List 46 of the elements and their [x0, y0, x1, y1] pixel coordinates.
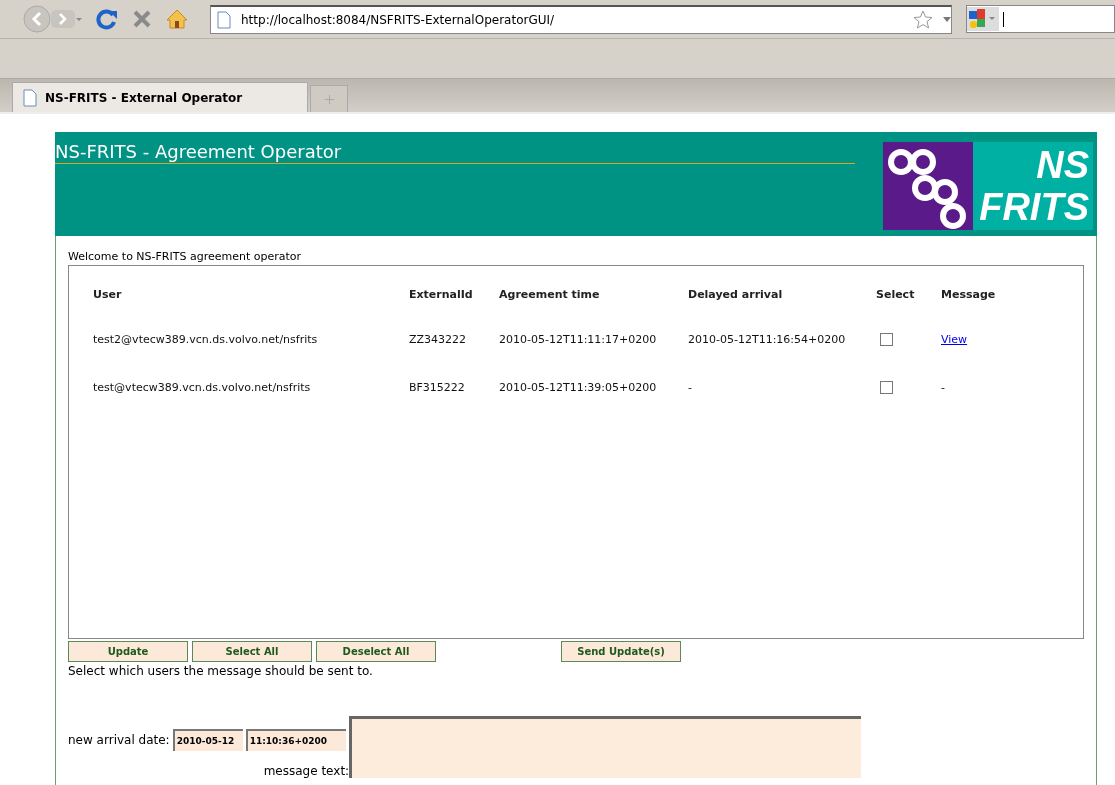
field-label: message text: [263, 764, 350, 778]
column-header: Agreement time [499, 288, 601, 301]
checkbox[interactable] [880, 333, 893, 346]
back-forward-buttons[interactable] [20, 5, 82, 33]
browser-tab[interactable]: NS-FRITS - External Operator [12, 82, 308, 112]
page-title: NS-FRITS - Agreement Operator [55, 132, 855, 164]
table-cell-text: 2010-05-12T11:39:05+0200 [499, 381, 658, 396]
welcome-text: Welcome to NS-FRITS agreement operator [68, 250, 303, 263]
column-header: Delayed arrival [688, 288, 784, 301]
action-button[interactable]: Select All [192, 641, 312, 662]
hint-text: Select which users the message should be sent to. [68, 664, 374, 678]
message-field[interactable] [349, 716, 862, 778]
address-bar[interactable]: http://localhost:8084/NSFRITS-ExternalOperatorGUI/ [210, 4, 952, 34]
table-cell-text: 2010-05-12T11:11:17+0200 [499, 333, 658, 348]
table-cell-text: - [688, 381, 693, 396]
action-button[interactable]: Deselect All [316, 641, 436, 662]
table-cell: - [941, 381, 945, 394]
action-button[interactable]: Update [68, 641, 188, 662]
tab-title: NS-FRITS - External Operator [45, 90, 243, 105]
table-cell-text: BF315222 [409, 381, 466, 396]
field-label: new arrival date: [68, 733, 170, 747]
star-icon[interactable] [913, 9, 933, 30]
table-cell-text: test@vtecw389.vcn.ds.volvo.net/nsfrits [93, 381, 312, 396]
column-header: Select [876, 288, 916, 301]
table-cell-text: 2010-05-12T11:16:54+0200 [688, 333, 847, 348]
page-icon [23, 88, 37, 107]
page-icon [217, 10, 231, 29]
close-icon[interactable] [132, 9, 152, 29]
send-button[interactable]: Send Update(s) [561, 641, 681, 662]
view-link[interactable]: View [941, 333, 968, 346]
table-cell-text: test2@vtecw389.vcn.ds.volvo.net/nsfrits [93, 333, 319, 348]
table-cell-text: ZZ343222 [409, 333, 468, 348]
logo-text: FRITS [979, 186, 1089, 228]
time-field[interactable]: 11:10:36+0200 [245, 729, 346, 751]
search-engine-icon[interactable] [967, 7, 999, 31]
checkbox[interactable] [880, 381, 893, 394]
home-icon[interactable] [166, 8, 188, 30]
dropdown-icon[interactable] [943, 17, 951, 22]
column-header: User [93, 288, 123, 301]
logo-text: NS [1036, 144, 1089, 186]
column-header: ExternalId [409, 288, 474, 301]
column-header: Message [941, 288, 997, 301]
date-field[interactable]: 2010-05-12 [172, 729, 243, 751]
search-field[interactable] [966, 5, 1115, 33]
chain-links-icon [883, 142, 974, 230]
reload-icon[interactable] [96, 8, 118, 30]
